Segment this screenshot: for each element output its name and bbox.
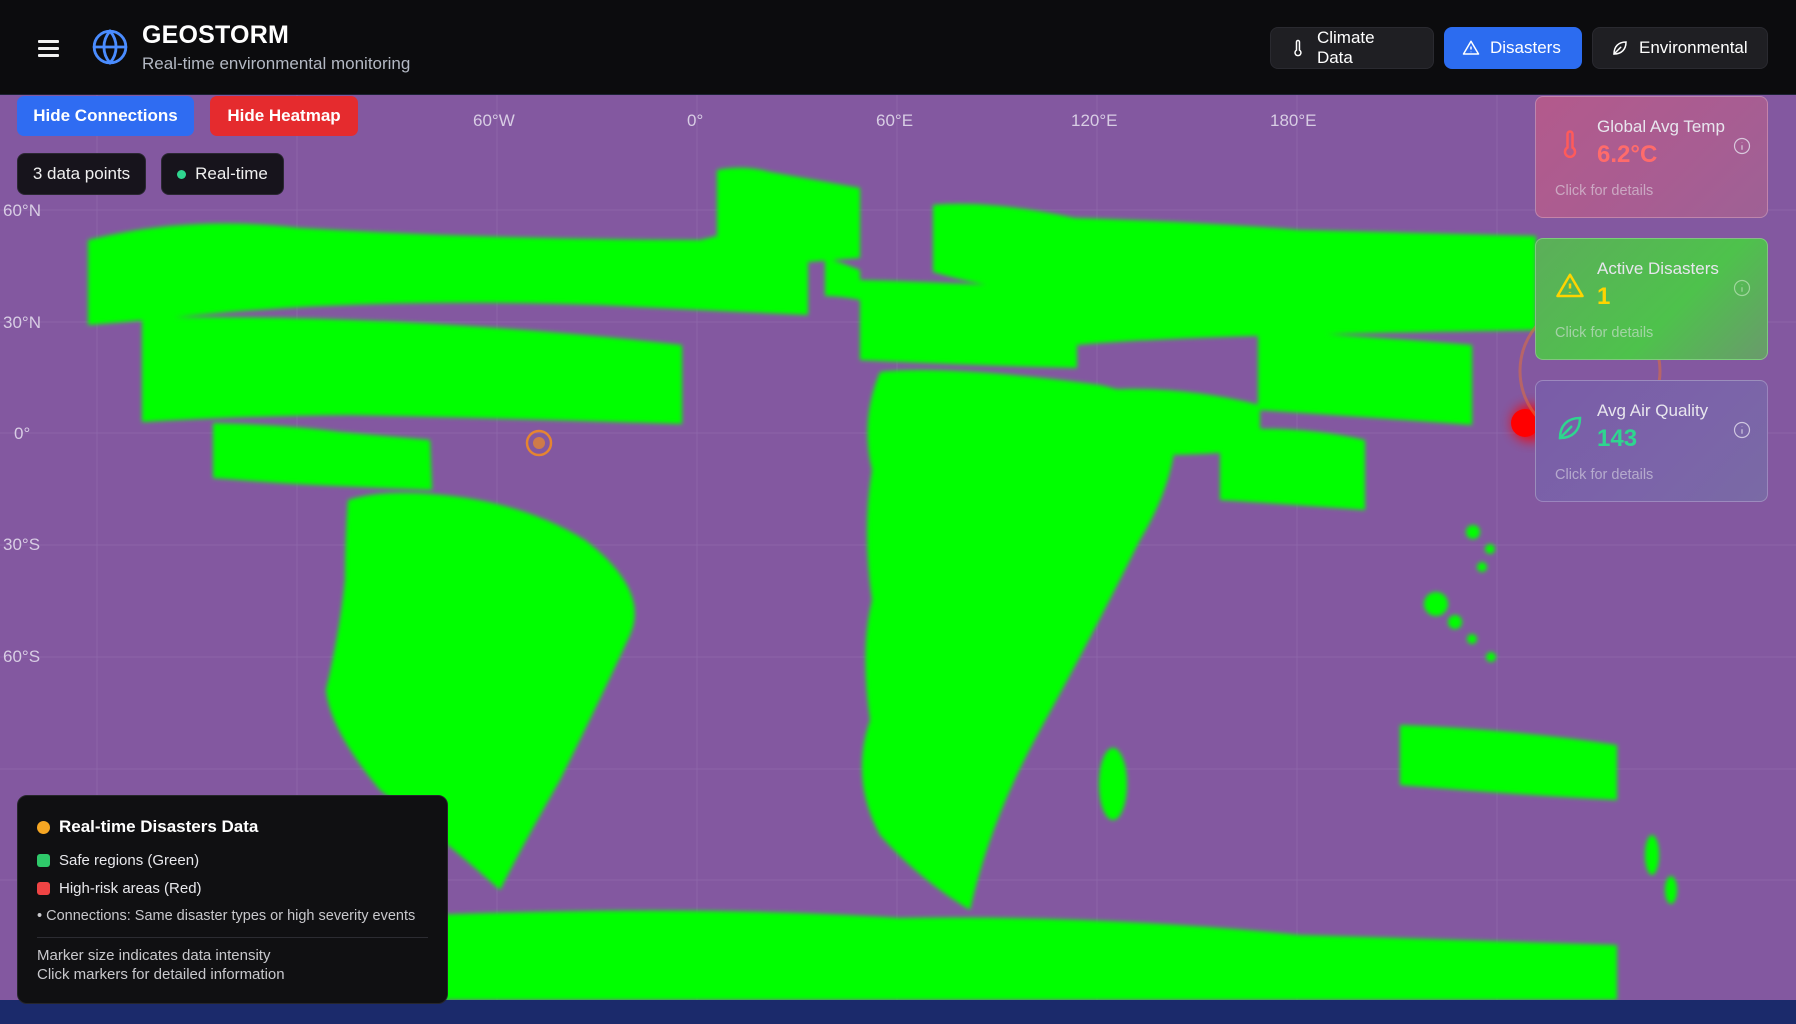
- legend-safe-label: Safe regions (Green): [59, 852, 200, 869]
- land-madagascar: [1099, 748, 1127, 820]
- risk-swatch: [37, 882, 50, 895]
- stat-value: 143: [1597, 425, 1638, 452]
- stat-value: 6.2°C: [1597, 141, 1658, 168]
- land-southeast-asia: [1220, 428, 1365, 510]
- lat-label: 60°N: [3, 201, 41, 220]
- toggle-connections-button[interactable]: Hide Connections: [17, 96, 194, 136]
- land-antarctica: [430, 910, 1617, 1000]
- info-icon[interactable]: [1733, 279, 1751, 297]
- menu-icon[interactable]: [34, 36, 62, 60]
- lon-label: 0°: [687, 111, 704, 130]
- stat-label: Active Disasters: [1597, 259, 1719, 278]
- nav-climate-data[interactable]: Climate Data: [1270, 27, 1434, 69]
- legend-risk-row: High-risk areas (Red): [37, 880, 202, 897]
- legend-note: Marker size indicates data intensity: [37, 947, 271, 964]
- lat-label: 0°: [14, 424, 31, 443]
- legend-title-text: Real-time Disasters Data: [59, 817, 259, 836]
- live-dot-icon: [177, 169, 187, 179]
- leaf-icon: [1613, 41, 1627, 55]
- legend-status-dot-icon: [37, 820, 50, 834]
- stat-card-avg-temp[interactable]: Global Avg Temp 6.2°C Click for details: [1535, 96, 1768, 218]
- data-points-badge: 3 data points: [17, 153, 146, 195]
- stat-hint: Click for details: [1555, 467, 1654, 483]
- lon-label: 60°E: [876, 111, 914, 130]
- stat-label: Global Avg Temp: [1597, 117, 1725, 136]
- app-title: GEOSTORM: [142, 21, 289, 49]
- map-legend: Real-time Disasters Data Safe regions (G…: [17, 795, 448, 1004]
- land-mediterranean: [825, 258, 860, 300]
- land-asia-east: [1258, 330, 1472, 425]
- leaf-icon: [1558, 416, 1582, 440]
- stat-value: 1: [1597, 283, 1611, 310]
- toggle-heatmap-button[interactable]: Hide Heatmap: [210, 96, 358, 136]
- lon-label: 60°W: [473, 111, 515, 130]
- legend-connections-row: • Connections: Same disaster types or hi…: [37, 908, 415, 924]
- nav-label: Climate Data: [1316, 28, 1375, 67]
- nav-label: Disasters: [1490, 38, 1561, 57]
- land-new-zealand-north: [1645, 835, 1659, 875]
- nav-environmental[interactable]: Environmental: [1592, 27, 1768, 69]
- stat-card-air-quality[interactable]: Avg Air Quality 143 Click for details: [1535, 380, 1768, 502]
- legend-title: Real-time Disasters Data: [37, 817, 258, 837]
- legend-risk-label: High-risk areas (Red): [59, 880, 202, 897]
- nav-label: Environmental: [1639, 38, 1748, 57]
- disaster-marker[interactable]: [525, 429, 553, 457]
- stat-hint: Click for details: [1555, 183, 1654, 199]
- info-icon[interactable]: [1733, 137, 1751, 155]
- warning-triangle-icon: [1462, 40, 1480, 55]
- realtime-badge: Real-time: [161, 153, 284, 195]
- thermometer-icon: [1563, 130, 1577, 159]
- safe-swatch: [37, 854, 50, 867]
- stat-label: Avg Air Quality: [1597, 401, 1709, 420]
- thermometer-icon: [1294, 39, 1302, 57]
- land-north-america-lower: [142, 317, 682, 424]
- stat-card-active-disasters[interactable]: Active Disasters 1 Click for details: [1535, 238, 1768, 360]
- app-subtitle: Real-time environmental monitoring: [142, 54, 411, 73]
- info-icon[interactable]: [1733, 421, 1751, 439]
- nav-disasters[interactable]: Disasters: [1444, 27, 1582, 69]
- land-new-zealand-south: [1665, 876, 1677, 904]
- land-australia: [1400, 725, 1617, 800]
- legend-safe-row: Safe regions (Green): [37, 852, 199, 869]
- lat-label: 30°N: [3, 313, 41, 332]
- stat-hint: Click for details: [1555, 325, 1654, 341]
- legend-divider: [37, 937, 428, 938]
- lon-label: 180°E: [1270, 111, 1317, 130]
- lat-label: 30°S: [3, 535, 41, 554]
- globe-icon: [92, 29, 128, 65]
- realtime-label: Real-time: [195, 164, 268, 183]
- warning-triangle-icon: [1556, 273, 1584, 298]
- lat-label: 60°S: [3, 647, 41, 666]
- data-points-label: 3 data points: [32, 164, 131, 183]
- legend-connections-label: • Connections: Same disaster types or hi…: [37, 908, 416, 924]
- legend-note: Click markers for detailed information: [37, 966, 285, 983]
- app-header: GEOSTORM Real-time environmental monitor…: [0, 0, 1796, 95]
- lon-label: 120°E: [1071, 111, 1118, 130]
- land-middle-east: [860, 280, 1077, 368]
